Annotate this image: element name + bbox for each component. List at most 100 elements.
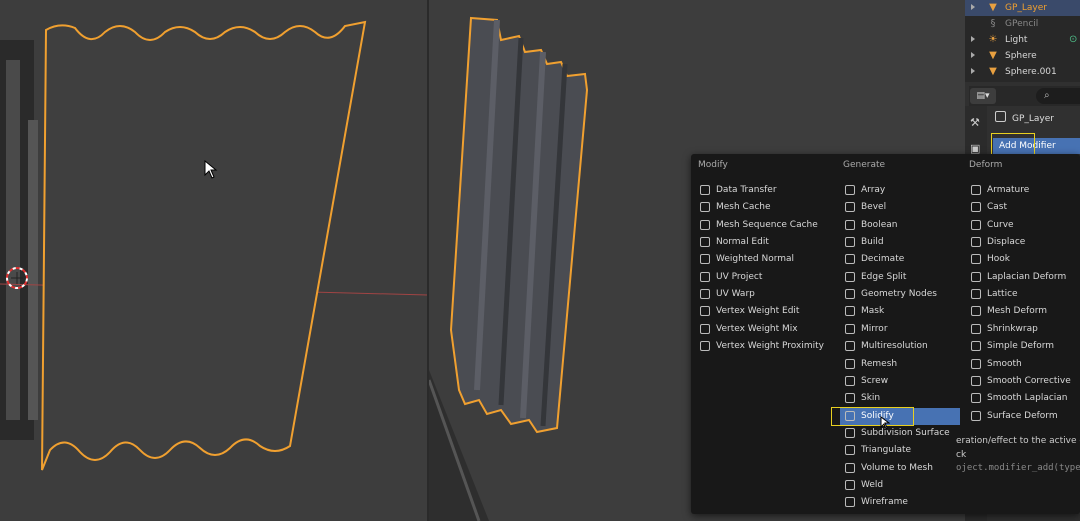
menu-item-data-transfer[interactable]: Data Transfer [700, 182, 840, 199]
screw-icon [845, 376, 855, 386]
mesh-deform-icon [971, 306, 981, 316]
menu-item-subdivision-surface[interactable]: Subdivision Surface [845, 425, 960, 442]
light-icon: ☀ [988, 34, 998, 45]
menu-item-smooth-corrective[interactable]: Smooth Corrective [971, 373, 1080, 390]
mouse-cursor-2-icon [880, 416, 890, 430]
menu-item-label: Mask [861, 306, 885, 316]
menu-item-label: Remesh [861, 359, 898, 369]
menu-item-array[interactable]: Array [845, 182, 960, 199]
menu-item-volume-to-mesh[interactable]: Volume to Mesh [845, 460, 960, 477]
menu-item-label: Smooth Corrective [987, 376, 1071, 386]
smooth-laplacian-icon [971, 393, 981, 403]
expand-arrow-icon[interactable] [971, 68, 975, 74]
menu-item-weighted-normal[interactable]: Weighted Normal [700, 251, 840, 268]
cast-icon [971, 202, 981, 212]
triangle-icon: ▼ [989, 2, 997, 13]
wireframe-icon [845, 497, 855, 507]
menu-item-label: Weighted Normal [716, 254, 795, 264]
subdivision-surface-icon [845, 428, 855, 438]
multiresolution-icon [845, 341, 855, 351]
menu-item-skin[interactable]: Skin [845, 390, 960, 407]
surface-deform-icon [971, 411, 981, 421]
menu-item-label: Armature [987, 185, 1030, 195]
menu-item-label: Mesh Cache [716, 202, 771, 212]
menu-item-label: Lattice [987, 289, 1018, 299]
geometry-nodes-icon [845, 289, 855, 299]
menu-item-uv-project[interactable]: UV Project [700, 269, 840, 286]
menu-item-vertex-weight-edit[interactable]: Vertex Weight Edit [700, 303, 840, 320]
expand-arrow-icon[interactable] [971, 4, 975, 10]
expand-arrow-icon[interactable] [971, 52, 975, 58]
menu-item-bevel[interactable]: Bevel [845, 199, 960, 216]
menu-item-edge-split[interactable]: Edge Split [845, 269, 960, 286]
data-transfer-icon [700, 185, 710, 195]
menu-item-surface-deform[interactable]: Surface Deform [971, 408, 1080, 425]
normal-edit-icon [700, 237, 710, 247]
mesh-sequence-cache-icon [700, 220, 710, 230]
outliner-item-label: Sphere.001 [1005, 67, 1057, 77]
tooltip-line-2: ck [956, 450, 967, 460]
shrinkwrap-icon [971, 324, 981, 334]
outliner-panel[interactable]: ▼ GP_Layer § GPencil ☀ Light ⊙ ▼ Sphere … [965, 0, 1080, 82]
menu-item-label: Displace [987, 237, 1026, 247]
outliner-item-gp-layer[interactable]: ▼ GP_Layer [965, 0, 1080, 16]
menu-item-hook[interactable]: Hook [971, 251, 1080, 268]
menu-item-mesh-sequence-cache[interactable]: Mesh Sequence Cache [700, 217, 840, 234]
menu-item-wireframe[interactable]: Wireframe [845, 494, 960, 511]
menu-item-label: Build [861, 237, 884, 247]
menu-item-build[interactable]: Build [845, 234, 960, 251]
menu-item-label: Geometry Nodes [861, 289, 937, 299]
tool-tab-icon[interactable]: ⚒ [970, 116, 980, 129]
menu-column-title-deform: Deform [969, 160, 1003, 170]
menu-item-mask[interactable]: Mask [845, 303, 960, 320]
menu-item-decimate[interactable]: Decimate [845, 251, 960, 268]
menu-item-mesh-deform[interactable]: Mesh Deform [971, 303, 1080, 320]
menu-item-boolean[interactable]: Boolean [845, 217, 960, 234]
menu-item-label: Normal Edit [716, 237, 769, 247]
outliner-item-sphere-001[interactable]: ▼ Sphere.001 [965, 64, 1080, 80]
curtain-plane-outline[interactable] [41, 20, 367, 471]
outliner-item-sphere[interactable]: ▼ Sphere [965, 48, 1080, 64]
menu-item-smooth-laplacian[interactable]: Smooth Laplacian [971, 390, 1080, 407]
menu-item-vertex-weight-proximity[interactable]: Vertex Weight Proximity [700, 338, 840, 355]
outliner-item-label: GPencil [1005, 19, 1039, 29]
menu-item-shrinkwrap[interactable]: Shrinkwrap [971, 321, 1080, 338]
boolean-icon [845, 220, 855, 230]
outliner-item-label: Light [1005, 35, 1028, 45]
menu-item-remesh[interactable]: Remesh [845, 356, 960, 373]
outliner-item-label: Sphere [1005, 51, 1037, 61]
menu-item-lattice[interactable]: Lattice [971, 286, 1080, 303]
menu-item-mirror[interactable]: Mirror [845, 321, 960, 338]
menu-item-uv-warp[interactable]: UV Warp [700, 286, 840, 303]
edge-split-icon [845, 272, 855, 282]
menu-item-label: Bevel [861, 202, 887, 212]
menu-item-vertex-weight-mix[interactable]: Vertex Weight Mix [700, 321, 840, 338]
menu-item-label: Smooth Laplacian [987, 393, 1068, 403]
menu-item-curve[interactable]: Curve [971, 217, 1080, 234]
menu-item-simple-deform[interactable]: Simple Deform [971, 338, 1080, 355]
search-icon: ⌕ [1044, 90, 1050, 101]
menu-item-displace[interactable]: Displace [971, 234, 1080, 251]
viewport-left-canvas [0, 20, 428, 471]
menu-item-armature[interactable]: Armature [971, 182, 1080, 199]
outliner-item-gpencil[interactable]: § GPencil [965, 16, 1080, 32]
outliner-item-light[interactable]: ☀ Light ⊙ [965, 32, 1080, 48]
menu-item-screw[interactable]: Screw [845, 373, 960, 390]
editor-type-button[interactable]: ▤▾ [970, 88, 996, 104]
weighted-normal-icon [700, 254, 710, 264]
viewport-left[interactable] [0, 0, 428, 521]
menu-item-laplacian-deform[interactable]: Laplacian Deform [971, 269, 1080, 286]
menu-item-smooth[interactable]: Smooth [971, 356, 1080, 373]
expand-arrow-icon[interactable] [971, 36, 975, 42]
menu-item-mesh-cache[interactable]: Mesh Cache [700, 199, 840, 216]
menu-item-geometry-nodes[interactable]: Geometry Nodes [845, 286, 960, 303]
menu-item-triangulate[interactable]: Triangulate [845, 442, 960, 459]
menu-item-normal-edit[interactable]: Normal Edit [700, 234, 840, 251]
menu-item-cast[interactable]: Cast [971, 199, 1080, 216]
menu-item-label: Edge Split [861, 272, 907, 282]
menu-item-multiresolution[interactable]: Multiresolution [845, 338, 960, 355]
tooltip: eration/effect to the active objec ck oj… [952, 430, 1080, 478]
search-input[interactable]: ⌕ [1036, 88, 1080, 104]
menu-item-weld[interactable]: Weld [845, 477, 960, 494]
triangulate-icon [845, 445, 855, 455]
